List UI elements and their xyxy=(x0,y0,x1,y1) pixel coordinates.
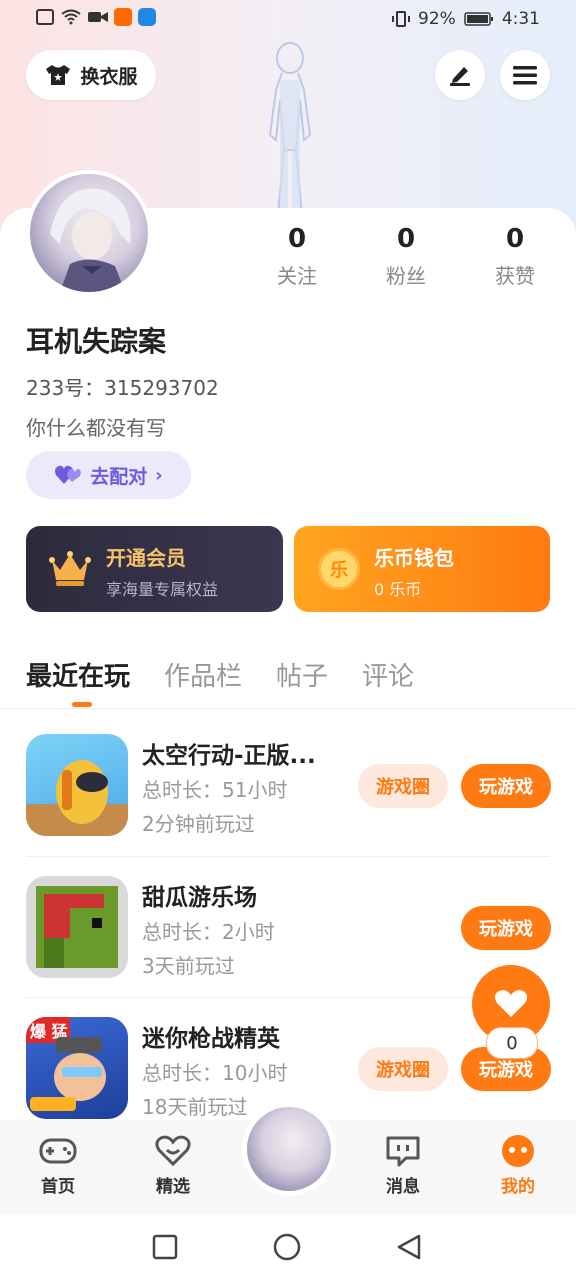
home-icon[interactable] xyxy=(273,1233,301,1261)
edit-profile-button[interactable] xyxy=(435,50,485,100)
fans-label: 粉丝 xyxy=(386,264,426,288)
tab-comments[interactable]: 评论 xyxy=(362,656,414,693)
system-navigation-bar xyxy=(0,1214,576,1280)
vip-title: 开通会员 xyxy=(106,546,186,570)
game-last-played: 3天前玩过 xyxy=(142,954,235,978)
wallet-title: 乐币钱包 xyxy=(374,546,454,570)
game-last-played: 18天前玩过 xyxy=(142,1095,248,1119)
nav-center-avatar[interactable] xyxy=(242,1102,336,1196)
profile-name: 耳机失踪案 xyxy=(26,325,167,358)
status-bar: 92% 4:31 xyxy=(0,0,576,40)
chevron-right-icon: › xyxy=(155,464,163,486)
nav-messages[interactable]: 消息 xyxy=(363,1134,443,1197)
nav-messages-label: 消息 xyxy=(386,1177,420,1197)
app-notification-icon xyxy=(114,8,132,26)
shirt-icon xyxy=(46,65,71,85)
active-tab-indicator xyxy=(72,702,92,707)
heart-icon xyxy=(494,990,528,1017)
following-label: 关注 xyxy=(277,264,317,288)
tab-works[interactable]: 作品栏 xyxy=(164,656,242,693)
wallet-subtitle: 0 乐币 xyxy=(374,580,422,599)
nav-featured-label: 精选 xyxy=(156,1177,190,1197)
likes-stat[interactable]: 0 获赞 xyxy=(470,224,560,289)
nav-home-label: 首页 xyxy=(41,1177,75,1197)
center-avatar-image xyxy=(247,1107,331,1191)
game-title: 迷你枪战精英 xyxy=(142,1026,280,1052)
profile-bio: 你什么都没有写 xyxy=(26,416,166,440)
match-button[interactable]: 去配对 › xyxy=(26,451,191,499)
nav-featured[interactable]: 精选 xyxy=(133,1134,213,1197)
wallet-card[interactable]: 乐 乐币钱包 0 乐币 xyxy=(294,526,550,612)
tab-posts[interactable]: 帖子 xyxy=(276,656,328,693)
change-outfit-button[interactable]: 换衣服 xyxy=(26,50,156,100)
game-title: 甜瓜游乐场 xyxy=(142,885,257,911)
heart-outline-icon xyxy=(155,1135,191,1167)
double-heart-icon xyxy=(55,465,82,484)
gamepad-icon xyxy=(39,1138,77,1164)
fans-count: 0 xyxy=(396,224,416,254)
me-face-icon xyxy=(502,1135,534,1167)
shield-notification-icon xyxy=(138,8,156,26)
likes-label: 获赞 xyxy=(495,264,535,288)
match-label: 去配对 xyxy=(90,465,148,488)
game-row[interactable]: 太空行动-正版... 总时长：51小时 2分钟前玩过 游戏圈 玩游戏 xyxy=(0,708,576,848)
coin-icon: 乐 xyxy=(318,548,360,590)
nav-me[interactable]: 我的 xyxy=(478,1134,558,1197)
like-count-badge: 0 xyxy=(486,1027,538,1059)
avatar-figure-illustration xyxy=(268,42,312,215)
recent-apps-icon[interactable] xyxy=(152,1234,178,1260)
play-game-button[interactable]: 玩游戏 xyxy=(461,764,551,808)
clock: 4:31 xyxy=(501,9,540,29)
following-stat[interactable]: 0 关注 xyxy=(252,224,342,289)
game-icon-mini-gun-elite: 爆 猛 xyxy=(26,1017,128,1119)
menu-button[interactable] xyxy=(500,50,550,100)
game-circle-button[interactable]: 游戏圈 xyxy=(358,1047,448,1091)
tab-recent-played[interactable]: 最近在玩 xyxy=(26,656,130,693)
chat-icon xyxy=(386,1136,420,1167)
battery-icon xyxy=(464,12,493,26)
alert-icon xyxy=(36,9,54,25)
fans-stat[interactable]: 0 粉丝 xyxy=(361,224,451,289)
game-icon-melon-playground xyxy=(26,876,128,978)
avatar-image xyxy=(30,174,148,292)
likes-count: 0 xyxy=(505,224,525,254)
battery-percent: 92% xyxy=(418,9,456,29)
game-last-played: 2分钟前玩过 xyxy=(142,812,255,836)
profile-id: 233号：315293702 xyxy=(26,376,219,400)
nav-me-label: 我的 xyxy=(501,1177,535,1197)
pen-icon xyxy=(450,67,470,86)
game-row[interactable]: 甜瓜游乐场 总时长：2小时 3天前玩过 玩游戏 xyxy=(0,850,576,990)
game-title: 太空行动-正版... xyxy=(142,743,316,769)
game-duration: 总时长：10小时 xyxy=(142,1061,288,1085)
crown-icon xyxy=(49,551,91,586)
menu-icon xyxy=(513,66,537,85)
play-game-button[interactable]: 玩游戏 xyxy=(461,906,551,950)
change-outfit-label: 换衣服 xyxy=(80,65,138,88)
nav-home[interactable]: 首页 xyxy=(18,1134,98,1197)
content-tabs: 最近在玩 作品栏 帖子 评论 xyxy=(26,656,414,693)
vibrate-icon xyxy=(392,11,411,27)
back-icon[interactable] xyxy=(396,1233,422,1261)
profile-avatar[interactable] xyxy=(26,170,152,296)
vip-subtitle: 享海量专属权益 xyxy=(106,580,219,599)
game-duration: 总时长：2小时 xyxy=(142,920,275,944)
wifi-icon xyxy=(61,9,81,25)
video-icon xyxy=(88,12,108,22)
game-icon-space-action xyxy=(26,734,128,836)
game-duration: 总时长：51小时 xyxy=(142,778,288,802)
following-count: 0 xyxy=(287,224,307,254)
vip-card[interactable]: 开通会员 享海量专属权益 xyxy=(26,526,283,612)
game-circle-button[interactable]: 游戏圈 xyxy=(358,764,448,808)
